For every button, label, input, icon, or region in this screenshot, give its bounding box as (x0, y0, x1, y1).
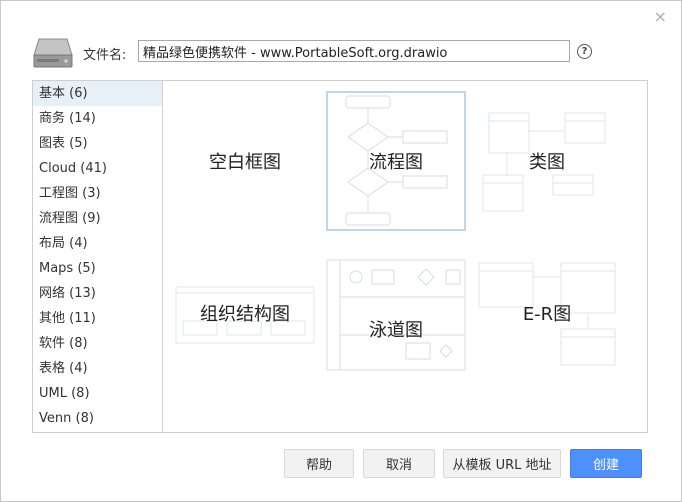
category-item-layout[interactable]: 布局 (4) (33, 231, 162, 256)
category-item-engineering[interactable]: 工程图 (3) (33, 181, 162, 206)
category-item-uml[interactable]: UML (8) (33, 381, 162, 406)
category-item-cloud[interactable]: Cloud (41) (33, 156, 162, 181)
help-icon[interactable]: ? (577, 44, 592, 59)
template-grid: 空白框图 流程图 类图 组织结构图 泳道图 E-R图 (163, 81, 647, 432)
from-template-url-button[interactable]: 从模板 URL 地址 (443, 449, 561, 478)
category-item-charts[interactable]: 图表 (5) (33, 131, 162, 156)
create-button[interactable]: 创建 (570, 449, 642, 478)
template-tile-class-diagram[interactable]: 类图 (477, 91, 617, 231)
new-diagram-dialog: × 文件名: ? 基本 (6) 商务 (14) 图表 (5) Cloud (41… (0, 0, 682, 502)
filename-label: 文件名: (83, 48, 127, 63)
category-list: 基本 (6) 商务 (14) 图表 (5) Cloud (41) 工程图 (3)… (33, 81, 163, 432)
category-item-venn[interactable]: Venn (8) (33, 406, 162, 431)
filename-input[interactable] (138, 40, 570, 62)
swimlane-thumbnail (326, 259, 466, 371)
category-item-tables[interactable]: 表格 (4) (33, 356, 162, 381)
drive-icon (33, 38, 73, 68)
cancel-button[interactable]: 取消 (363, 449, 435, 478)
category-item-software[interactable]: 软件 (8) (33, 331, 162, 356)
class-diagram-thumbnail (482, 112, 606, 212)
er-diagram-thumbnail (478, 262, 616, 366)
template-tile-blank[interactable]: 空白框图 (175, 91, 315, 231)
org-chart-thumbnail (175, 286, 315, 344)
close-icon[interactable]: × (654, 9, 667, 25)
template-tile-er-diagram[interactable]: E-R图 (477, 243, 617, 383)
flowchart-thumbnail (345, 95, 448, 226)
category-item-maps[interactable]: Maps (5) (33, 256, 162, 281)
template-tile-org-chart[interactable]: 组织结构图 (175, 243, 315, 383)
category-item-network[interactable]: 网络 (13) (33, 281, 162, 306)
template-browser: 基本 (6) 商务 (14) 图表 (5) Cloud (41) 工程图 (3)… (32, 80, 648, 433)
template-tile-flowchart[interactable]: 流程图 (326, 91, 466, 231)
help-button[interactable]: 帮助 (284, 449, 354, 478)
category-item-flowcharts[interactable]: 流程图 (9) (33, 206, 162, 231)
template-tile-swimlane[interactable]: 泳道图 (326, 259, 466, 399)
category-item-other[interactable]: 其他 (11) (33, 306, 162, 331)
category-item-basic[interactable]: 基本 (6) (33, 81, 162, 106)
template-label: 空白框图 (209, 152, 281, 173)
category-item-business[interactable]: 商务 (14) (33, 106, 162, 131)
